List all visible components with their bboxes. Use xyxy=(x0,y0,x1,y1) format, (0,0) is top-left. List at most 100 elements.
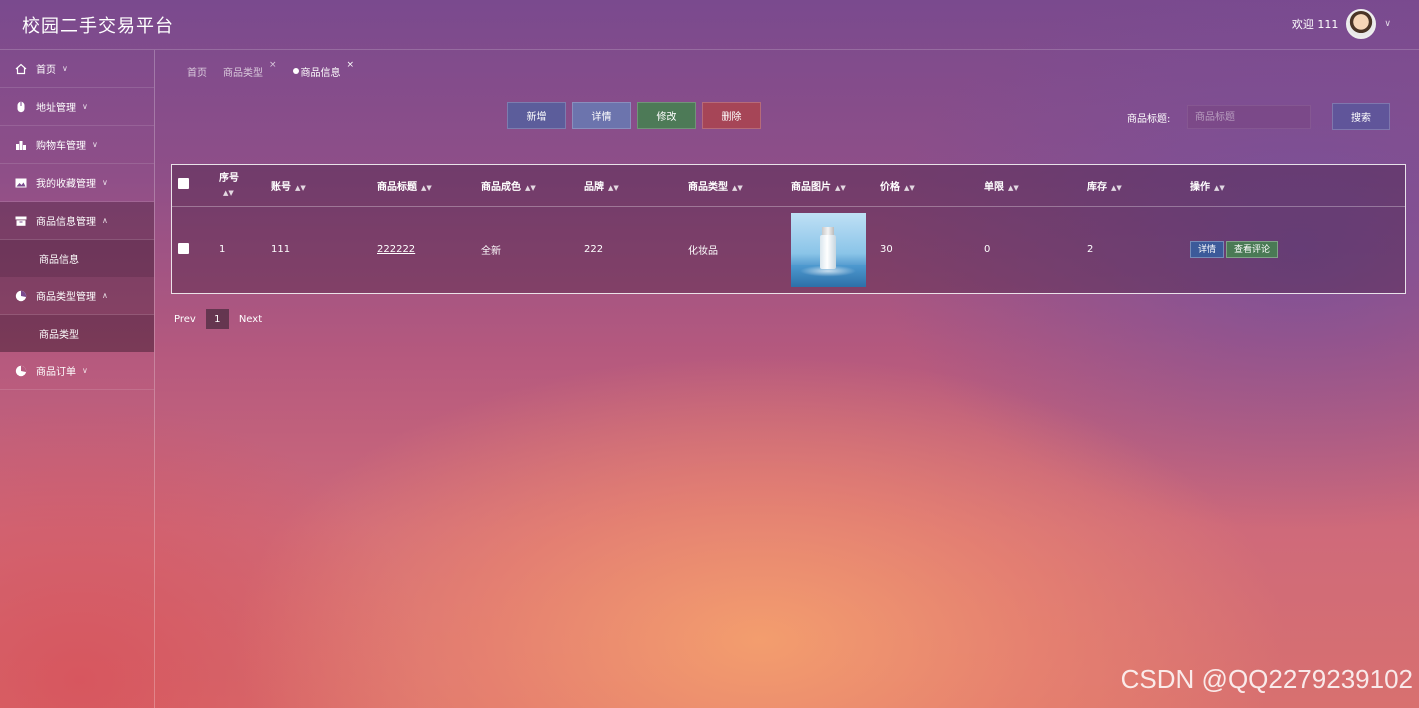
tab-home[interactable]: 首页 xyxy=(187,64,207,79)
cell-condition: 全新 xyxy=(481,246,501,258)
row-checkbox[interactable] xyxy=(178,242,189,254)
col-account[interactable]: 账号 ▲▼ xyxy=(271,165,377,207)
sort-icon[interactable]: ▲▼ xyxy=(421,184,432,192)
chevron-down-icon: ∨ xyxy=(62,64,68,73)
top-header: 校园二手交易平台 欢迎 111 ∨ xyxy=(0,0,1419,50)
sort-icon[interactable]: ▲▼ xyxy=(1111,184,1122,192)
picture-icon xyxy=(14,176,27,189)
tab-product-info[interactable]: 商品信息 × xyxy=(292,60,354,79)
cell-price: 30 xyxy=(880,244,893,256)
next-page-button[interactable]: Next xyxy=(239,314,262,325)
row-review-button[interactable]: 查看评论 xyxy=(1226,241,1279,259)
col-spacer xyxy=(1297,165,1405,207)
sidebar-item-product-type[interactable]: 商品类型管理 ∧ xyxy=(0,277,154,315)
pie-icon xyxy=(14,289,27,302)
breadcrumb-tabs: 首页 商品类型 × 商品信息 × xyxy=(187,60,354,79)
select-all-checkbox[interactable] xyxy=(178,178,189,190)
prev-page-button[interactable]: Prev xyxy=(174,314,196,325)
sidebar-item-address[interactable]: 地址管理 ∨ xyxy=(0,88,154,126)
sort-icon[interactable]: ▲▼ xyxy=(525,184,536,192)
sidebar-item-label: 购物车管理 xyxy=(36,141,86,152)
chevron-down-icon: ∨ xyxy=(82,102,88,111)
sidebar-item-label: 地址管理 xyxy=(36,103,76,114)
title-link[interactable]: 222222 xyxy=(377,244,415,255)
cell-brand: 222 xyxy=(584,244,604,256)
row-detail-button[interactable]: 详情 xyxy=(1190,241,1225,259)
sidebar: 首页 ∨ 地址管理 ∨ 购物车管理 ∨ 我的收藏管理 ∨ 商品信息管理 ∧ 商品… xyxy=(0,50,155,708)
tab-label: 商品信息 xyxy=(300,68,341,79)
col-stock[interactable]: 库存 ▲▼ xyxy=(1087,165,1190,207)
col-limit[interactable]: 单限 ▲▼ xyxy=(984,165,1087,207)
sidebar-item-label: 商品信息管理 xyxy=(36,217,96,228)
sort-icon[interactable]: ▲▼ xyxy=(223,189,234,197)
cell-index: 1 xyxy=(219,244,226,256)
pagination: Prev 1 Next xyxy=(174,309,262,329)
chart-icon xyxy=(14,138,27,151)
box-icon xyxy=(14,214,27,227)
col-type[interactable]: 商品类型 ▲▼ xyxy=(688,165,791,207)
sidebar-item-home[interactable]: 首页 ∨ xyxy=(0,50,154,88)
close-icon[interactable]: × xyxy=(347,60,355,70)
product-image[interactable] xyxy=(791,212,866,287)
sidebar-item-label: 我的收藏管理 xyxy=(36,179,96,190)
sidebar-item-product-info[interactable]: 商品信息管理 ∧ xyxy=(0,202,154,240)
tab-label: 商品类型 xyxy=(223,68,263,79)
search-button[interactable]: 搜索 xyxy=(1332,103,1390,130)
active-dot-icon xyxy=(292,68,299,74)
col-price[interactable]: 价格 ▲▼ xyxy=(880,165,984,207)
sort-icon[interactable]: ▲▼ xyxy=(904,184,915,192)
home-icon xyxy=(14,62,27,75)
product-table: 序号 ▲▼ 账号 ▲▼ 商品标题 ▲▼ 商品成色 ▲▼ 品牌 ▲▼ 商品类型 ▲▼ 商品图… xyxy=(171,164,1406,294)
sort-icon[interactable]: ▲▼ xyxy=(295,184,306,192)
sidebar-item-favorites[interactable]: 我的收藏管理 ∨ xyxy=(0,164,154,202)
col-condition[interactable]: 商品成色 ▲▼ xyxy=(481,165,584,207)
sort-icon[interactable]: ▲▼ xyxy=(732,184,743,192)
sidebar-item-label: 商品类型管理 xyxy=(36,292,96,303)
sort-icon[interactable]: ▲▼ xyxy=(1008,184,1019,192)
chevron-up-icon: ∧ xyxy=(102,291,108,300)
page-number-current[interactable]: 1 xyxy=(205,309,229,329)
pie-icon xyxy=(14,364,27,377)
cell-type: 化妆品 xyxy=(688,246,718,258)
chevron-down-icon: ∨ xyxy=(92,140,98,149)
cell-account: 111 xyxy=(271,244,291,256)
col-actions[interactable]: 操作 ▲▼ xyxy=(1190,165,1298,207)
search-label: 商品标题: xyxy=(1127,114,1171,125)
row-select-cell xyxy=(172,206,219,293)
cell-title: 222222 xyxy=(377,206,481,293)
add-button[interactable]: 新增 xyxy=(507,102,566,129)
sidebar-item-label: 首页 xyxy=(36,65,56,76)
chevron-up-icon: ∧ xyxy=(102,216,108,225)
sidebar-subitem-product-type[interactable]: 商品类型 xyxy=(0,315,154,352)
sort-icon[interactable]: ▲▼ xyxy=(835,184,846,192)
cell-image xyxy=(791,206,880,293)
delete-button[interactable]: 删除 xyxy=(702,102,761,129)
sidebar-item-orders[interactable]: 商品订单 ∨ xyxy=(0,352,154,390)
tab-product-type[interactable]: 商品类型 × xyxy=(223,60,277,79)
app-title: 校园二手交易平台 xyxy=(22,16,174,37)
col-index[interactable]: 序号 ▲▼ xyxy=(219,165,271,207)
avatar[interactable] xyxy=(1346,9,1377,39)
chevron-down-icon[interactable]: ∨ xyxy=(1384,19,1391,29)
table-header-row: 序号 ▲▼ 账号 ▲▼ 商品标题 ▲▼ 商品成色 ▲▼ 品牌 ▲▼ 商品类型 ▲▼ 商品图… xyxy=(172,165,1405,207)
cell-stock: 2 xyxy=(1087,244,1094,256)
sidebar-item-cart[interactable]: 购物车管理 ∨ xyxy=(0,126,154,164)
sidebar-subitem-product-info[interactable]: 商品信息 xyxy=(0,240,154,277)
watermark: CSDN @QQ2279239102 xyxy=(1120,664,1413,694)
sort-icon[interactable]: ▲▼ xyxy=(1214,184,1225,192)
col-title[interactable]: 商品标题 ▲▼ xyxy=(377,165,481,207)
table-row: 1 111 222222 全新 222 化妆品 30 0 2 详情 查看评论 xyxy=(172,206,1405,293)
col-image[interactable]: 商品图片 ▲▼ xyxy=(791,165,880,207)
image-bottle xyxy=(820,234,836,269)
cell-actions: 详情 查看评论 xyxy=(1190,206,1405,293)
close-icon[interactable]: × xyxy=(269,60,277,70)
edit-button[interactable]: 修改 xyxy=(637,102,696,129)
search-input[interactable] xyxy=(1187,105,1311,129)
select-all-cell xyxy=(172,165,219,207)
col-brand[interactable]: 品牌 ▲▼ xyxy=(584,165,688,207)
chevron-down-icon: ∨ xyxy=(102,178,108,187)
detail-button[interactable]: 详情 xyxy=(572,102,631,129)
user-menu[interactable]: 欢迎 111 ∨ xyxy=(1292,8,1391,40)
mouse-icon xyxy=(14,100,27,113)
sort-icon[interactable]: ▲▼ xyxy=(608,184,619,192)
